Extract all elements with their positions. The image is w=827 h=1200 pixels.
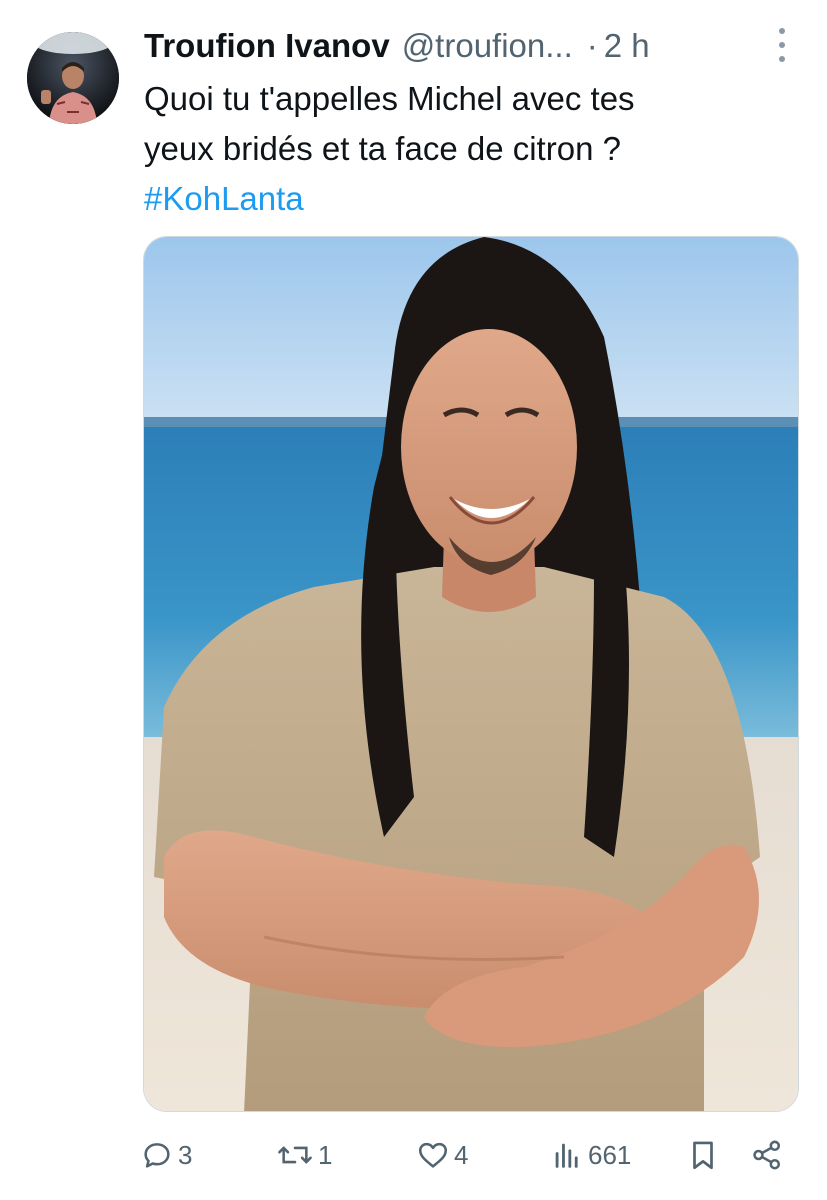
heart-icon bbox=[416, 1138, 450, 1172]
views-count: 661 bbox=[588, 1139, 632, 1170]
repost-icon bbox=[276, 1138, 314, 1172]
tweet[interactable]: Troufion Ivanov @troufion... · 2 h Quoi … bbox=[0, 0, 827, 1200]
tweet-photo[interactable] bbox=[143, 236, 799, 1112]
photo-image bbox=[144, 237, 798, 1111]
separator-dot: · bbox=[586, 27, 598, 64]
bookmark-icon bbox=[686, 1138, 720, 1172]
views-button[interactable]: 661 bbox=[550, 1132, 631, 1178]
repost-count: 1 bbox=[318, 1139, 333, 1170]
reply-icon bbox=[140, 1138, 174, 1172]
share-icon bbox=[750, 1138, 784, 1172]
author-handle[interactable]: @troufion... bbox=[402, 27, 573, 65]
tweet-text: Quoi tu t'appelles Michel avec tes yeux … bbox=[144, 74, 774, 224]
bookmark-button[interactable] bbox=[686, 1132, 720, 1178]
hashtag-link[interactable]: #KohLanta bbox=[144, 180, 304, 217]
share-button[interactable] bbox=[750, 1132, 784, 1178]
like-button[interactable]: 4 bbox=[416, 1132, 468, 1178]
views-icon bbox=[550, 1138, 584, 1172]
author-display-name[interactable]: Troufion Ivanov bbox=[144, 27, 390, 65]
tweet-timestamp[interactable]: 2 h bbox=[604, 27, 650, 65]
reply-count: 3 bbox=[178, 1139, 193, 1170]
avatar-image bbox=[27, 32, 119, 124]
more-vertical-icon[interactable] bbox=[770, 28, 794, 62]
repost-button[interactable]: 1 bbox=[276, 1132, 332, 1178]
tweet-header: Troufion Ivanov @troufion... · 2 h bbox=[144, 22, 764, 70]
action-bar: 3 1 4 661 bbox=[140, 1132, 790, 1178]
like-count: 4 bbox=[454, 1139, 469, 1170]
tweet-text-line: yeux bridés et ta face de citron ? bbox=[144, 130, 621, 167]
author-avatar[interactable] bbox=[27, 32, 119, 124]
tweet-text-line: Quoi tu t'appelles Michel avec tes bbox=[144, 80, 635, 117]
reply-button[interactable]: 3 bbox=[140, 1132, 192, 1178]
